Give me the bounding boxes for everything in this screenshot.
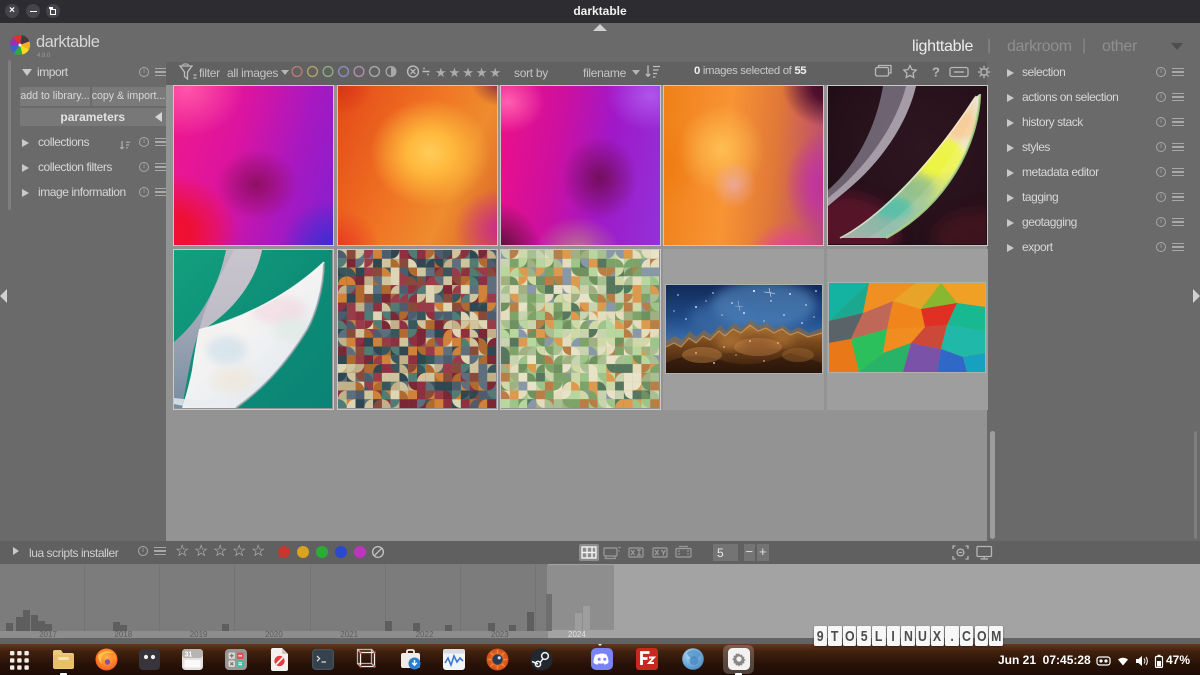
svg-text:31: 31 [185,652,193,659]
svg-text:?: ? [932,65,940,80]
